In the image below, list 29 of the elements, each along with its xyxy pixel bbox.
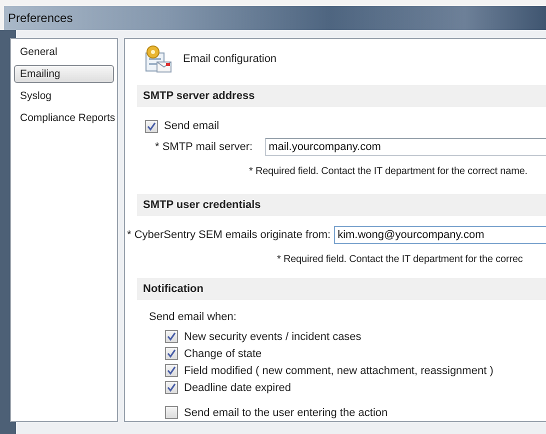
sidebar-item[interactable]: Syslog [14,87,114,105]
checkbox[interactable] [165,347,178,360]
checkbox-label: Field modified ( new comment, new attachment, reassignment ) [184,364,494,376]
field-label: * CyberSentry SEM emails originate from: [127,229,331,241]
sidebar-item[interactable]: Emailing [14,65,114,83]
section-title: SMTP user credentials [143,199,261,211]
checkbox[interactable] [145,120,158,132]
checkbox[interactable] [165,406,178,419]
hint-text: * Required field. Contact the IT department for the correc [277,254,523,264]
field-label: * SMTP mail server: [155,141,253,153]
checkbox[interactable] [165,364,178,377]
sidebar-item[interactable]: Compliance Reports [14,109,114,127]
input-field[interactable]: mail.yourcompany.com [264,138,546,156]
checkbox-label: Change of state [184,348,262,360]
checkbox-label: Send email to the user entering the action [184,406,388,418]
checkbox-label: Send email [164,120,220,132]
email-settings-icon [145,45,173,73]
intro-text: Send email when: [149,311,236,323]
page-heading: Email configuration [183,53,277,65]
checkbox[interactable] [165,381,178,394]
window-title: Preferences [8,11,73,25]
section-title: SMTP server address [143,90,255,102]
checkbox-label: New security events / incident cases [184,330,362,342]
hint-text: * Required field. Contact the IT department for the correct name. [249,166,528,176]
checkbox[interactable] [165,330,178,343]
input-field[interactable]: kim.wong@yourcompany.com [334,226,546,244]
section-title: Notification [143,283,204,295]
checkbox-label: Deadline date expired [184,382,292,394]
sidebar-item[interactable]: General [14,43,114,61]
